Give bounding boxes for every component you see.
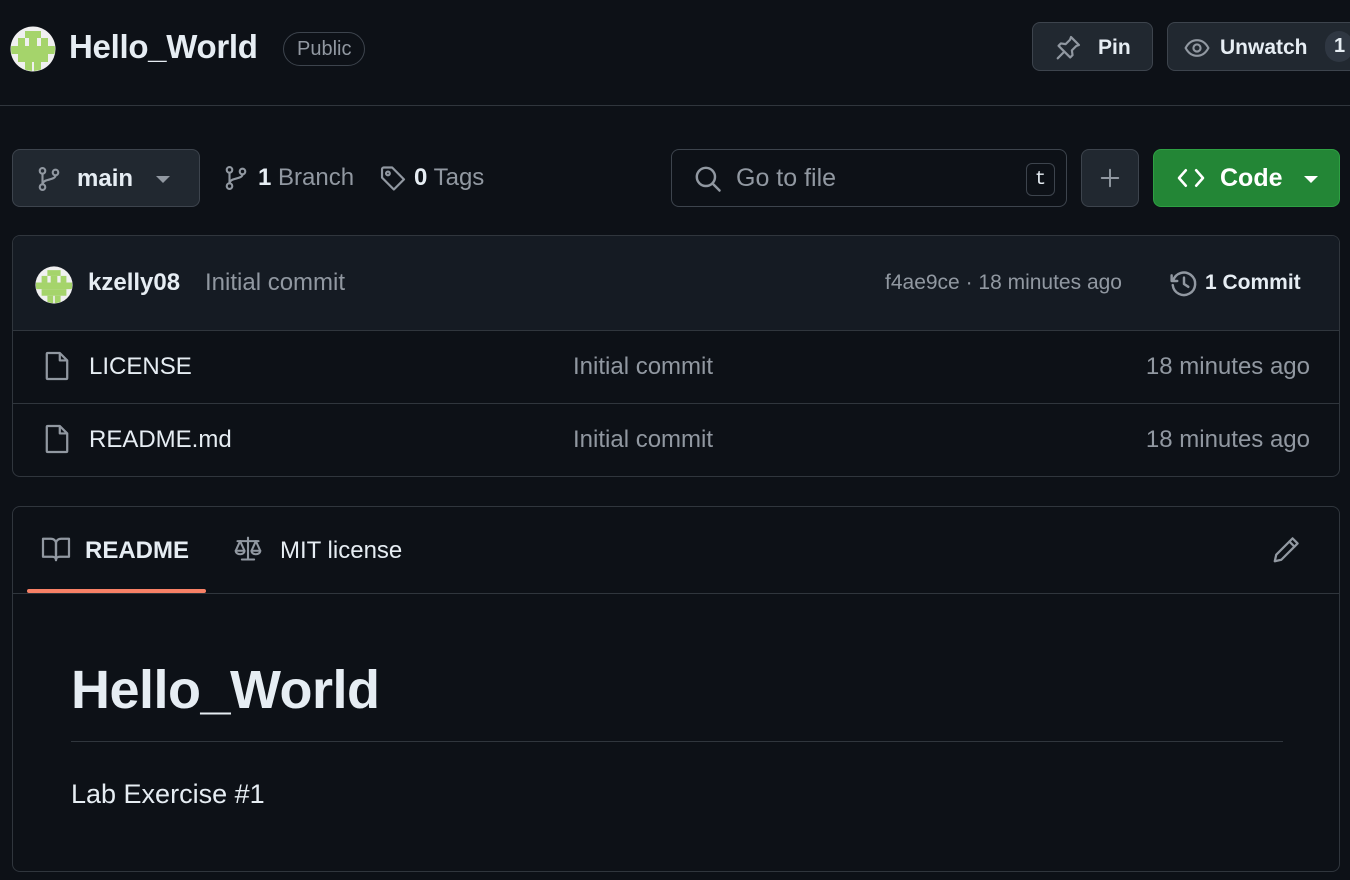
- unwatch-button[interactable]: Unwatch 1: [1167, 22, 1350, 71]
- readme-title: Hello_World: [71, 660, 380, 720]
- tab-readme-label: README: [85, 537, 190, 564]
- pin-button[interactable]: Pin: [1032, 22, 1153, 71]
- file-row[interactable]: README.md Initial commit 18 minutes ago: [13, 404, 1339, 476]
- file-icon: [44, 351, 70, 381]
- git-branch-icon: [36, 166, 62, 192]
- repo-header: Hello_World Public Pin Unwatch 1: [0, 0, 1350, 106]
- commit-author[interactable]: kzelly08: [88, 269, 180, 297]
- branches-label: Branch: [278, 164, 355, 191]
- commit-message[interactable]: Initial commit: [205, 269, 345, 297]
- file-commit-message[interactable]: Initial commit: [573, 353, 713, 381]
- code-button[interactable]: Code: [1153, 149, 1340, 207]
- file-icon: [44, 424, 70, 454]
- file-name[interactable]: LICENSE: [89, 353, 192, 381]
- caret-down-icon: [156, 176, 170, 184]
- pin-label: Pin: [1098, 36, 1131, 59]
- law-scale-icon: [233, 535, 263, 563]
- tab-mit-license-label: MIT license: [280, 537, 403, 564]
- unwatch-label: Unwatch: [1220, 36, 1308, 59]
- branch-selector[interactable]: main: [12, 149, 200, 207]
- file-name[interactable]: README.md: [89, 426, 232, 454]
- plus-icon: [1099, 167, 1121, 189]
- readme-tabs: README MIT license: [13, 507, 1339, 594]
- file-commit-message[interactable]: Initial commit: [573, 426, 713, 454]
- owner-avatar[interactable]: [10, 26, 56, 72]
- repo-name[interactable]: Hello_World: [69, 28, 258, 66]
- watch-count: 1: [1325, 31, 1350, 62]
- active-tab-indicator: [27, 589, 206, 593]
- readme-panel: README MIT license Hello_World Lab Exerc…: [12, 506, 1340, 872]
- git-branch-icon: [223, 164, 249, 192]
- readme-body-text: Lab Exercise #1: [71, 779, 265, 809]
- pencil-icon: [1271, 535, 1301, 565]
- tags-count: 0: [414, 164, 428, 191]
- branches-count: 1: [258, 164, 272, 191]
- tag-icon: [379, 165, 407, 192]
- file-browser: kzelly08 Initial commit f4ae9ce · 18 min…: [12, 235, 1340, 477]
- file-commit-date: 18 minutes ago: [1145, 353, 1310, 380]
- file-row[interactable]: LICENSE Initial commit 18 minutes ago: [13, 331, 1339, 404]
- branch-name: main: [77, 165, 134, 192]
- commits-count-label: 1 Commit: [1205, 271, 1301, 294]
- code-icon: [1176, 166, 1206, 190]
- author-avatar[interactable]: [35, 266, 73, 304]
- search-shortcut-key: t: [1026, 163, 1055, 196]
- search-icon: [694, 165, 722, 193]
- history-icon: [1169, 269, 1199, 299]
- tags-label: Tags: [433, 164, 485, 191]
- heading-divider: [71, 741, 1283, 742]
- pin-icon: [1055, 34, 1082, 61]
- file-commit-date: 18 minutes ago: [1145, 426, 1310, 453]
- add-file-button[interactable]: [1081, 149, 1139, 207]
- eye-icon: [1183, 35, 1211, 61]
- caret-down-icon: [1304, 176, 1318, 184]
- book-icon: [41, 536, 71, 562]
- visibility-badge: Public: [283, 32, 366, 66]
- go-to-file-input[interactable]: [736, 162, 1016, 194]
- go-to-file-search[interactable]: [671, 149, 1067, 207]
- code-label: Code: [1220, 164, 1283, 192]
- latest-commit-bar: kzelly08 Initial commit f4ae9ce · 18 min…: [13, 236, 1339, 331]
- edit-readme-button[interactable]: [1271, 535, 1301, 565]
- commit-hash-and-time[interactable]: f4ae9ce · 18 minutes ago: [885, 271, 1122, 295]
